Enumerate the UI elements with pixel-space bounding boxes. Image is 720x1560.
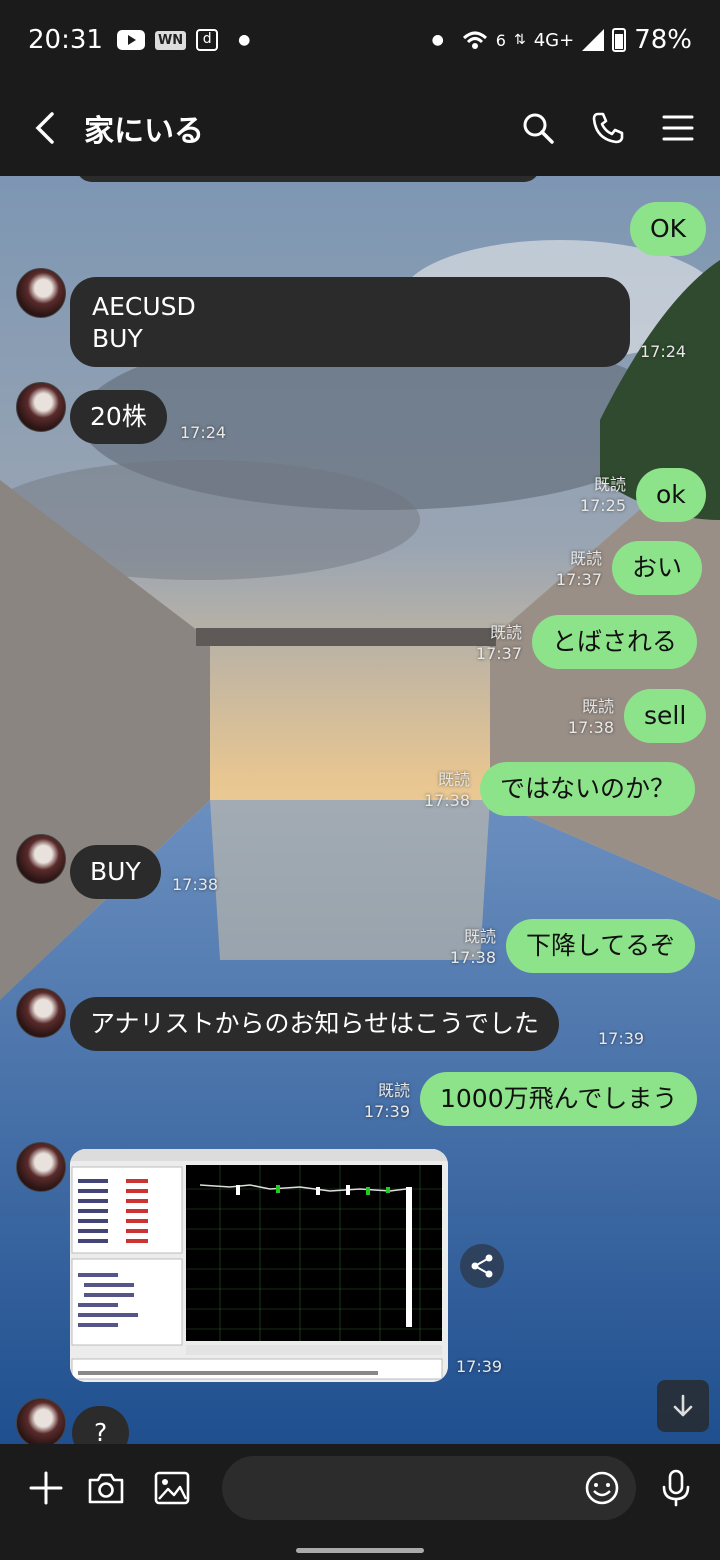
trading-platform-screenshot [70,1149,448,1382]
menu-icon[interactable] [660,110,696,146]
search-icon[interactable] [520,110,556,146]
share-icon [471,1254,493,1278]
message-time: 17:38 [172,875,219,894]
message-time: 17:24 [180,423,227,442]
read-label: 既読 [581,697,614,716]
home-indicator[interactable] [296,1548,424,1553]
message-bubble-in[interactable]: AECUSD BUY [70,277,630,367]
message-time: 17:24 [640,342,687,361]
avatar[interactable] [16,1142,66,1192]
status-time: 20:31 [28,25,103,55]
message-time: 17:39 [598,1029,645,1048]
message-bubble-out[interactable]: とばされる [532,615,698,669]
previous-message-edge [76,176,540,182]
scroll-to-bottom-button[interactable] [657,1380,709,1432]
message-time: 17:37 [475,644,522,663]
message-bubble-out[interactable]: 下降してるぞ [506,919,696,973]
message-input[interactable] [222,1456,636,1520]
phone-icon[interactable] [590,110,626,146]
avatar[interactable] [16,988,66,1038]
message-read-receipt: 既読 17:38 [446,926,496,968]
message-read-receipt: 既読 17:39 [358,1080,410,1122]
message-bubble-out[interactable]: ではないのか？ [480,762,696,816]
arrow-down-icon [673,1394,693,1417]
message-bubble-out[interactable]: sell [624,689,707,743]
header-actions [520,110,696,146]
d-icon: d [196,29,219,51]
read-label: 既読 [463,927,496,946]
message-bubble-in[interactable]: ? [72,1406,130,1444]
message-time: 17:38 [423,791,470,810]
message-bubble-out[interactable]: ok [636,468,706,522]
youtube-icon [116,30,145,50]
wn-icon: WN [154,30,187,50]
notification-dot-icon: ● [238,32,251,48]
wifi-label: 6 [495,30,506,50]
read-label: 既読 [593,475,626,494]
avatar[interactable] [16,1398,66,1444]
message-bubble-out[interactable]: OK [630,202,707,256]
message-bubble-out[interactable]: 1000万飛んでしまう [420,1072,698,1126]
message-input-bar [0,1444,720,1560]
chat-title: 家にいる [84,114,204,149]
emoji-icon[interactable] [580,1466,624,1510]
message-time: 17:38 [449,948,496,967]
battery-icon [612,28,627,52]
message-time: 17:39 [363,1102,410,1121]
message-bubble-in[interactable]: 20株 [70,390,167,444]
avatar[interactable] [16,382,66,432]
screenshot-image-message[interactable] [70,1149,448,1382]
battery-percent: 78% [634,25,692,55]
status-bar: 20:31 WN d ● ● 6 ⇅ 4G+ 78% [0,0,720,80]
message-read-receipt: 既読 17:25 [576,474,626,516]
message-read-receipt: 既読 17:37 [552,548,602,590]
read-label: 既読 [437,770,470,789]
read-label: 既読 [489,623,522,642]
message-read-receipt: 既読 17:38 [420,769,470,811]
signal-icon [582,29,605,51]
message-bubble-in[interactable]: アナリストからのお知らせはこうでした [70,997,560,1051]
read-label: 既読 [569,549,602,568]
message-bubble-out[interactable]: おい [612,541,703,595]
read-label: 既読 [377,1081,410,1100]
avatar[interactable] [16,834,66,884]
message-read-receipt: 既読 17:38 [564,696,614,738]
message-time: 17:38 [567,718,614,737]
wifi-icon [462,31,487,49]
message-time: 17:39 [456,1357,503,1376]
status-right: ● 6 ⇅ 4G+ 78% [422,25,692,55]
share-button[interactable] [460,1244,504,1288]
data-arrows-icon: ⇅ [513,32,526,48]
message-read-receipt: 既読 17:37 [472,622,522,664]
back-icon[interactable] [24,108,68,148]
avatar[interactable] [16,268,66,318]
message-bubble-in[interactable]: BUY [70,845,161,899]
plus-icon[interactable] [24,1466,68,1510]
chat-header: 家にいる [0,80,720,176]
message-time: 17:25 [579,496,626,515]
image-icon[interactable] [150,1466,194,1510]
mic-icon[interactable] [654,1466,698,1510]
notification-dot-icon: ● [431,32,444,48]
chat-area[interactable]: OK AECUSD BUY 17:24 20株 17:24 既読 17:25 o… [0,176,720,1444]
message-time: 17:37 [555,570,602,589]
camera-icon[interactable] [84,1466,128,1510]
network-label: 4G+ [533,29,575,51]
